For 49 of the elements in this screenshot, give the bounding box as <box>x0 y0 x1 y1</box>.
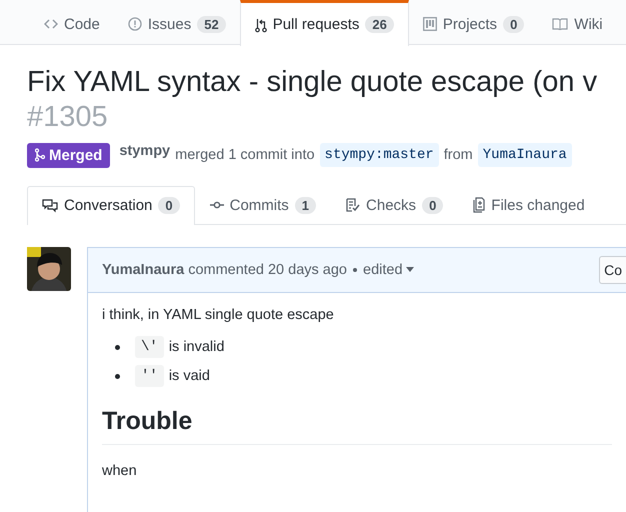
comment-text: when <box>102 462 138 479</box>
branch-label[interactable]: YumaInaura <box>478 143 572 168</box>
count-badge: 0 <box>158 197 180 214</box>
pr-tab[interactable]: Checks 0 <box>331 186 458 224</box>
comment-text: i think, in YAML single quote escape <box>102 306 335 323</box>
caret-icon <box>406 267 414 272</box>
inline-code: \' <box>135 336 164 358</box>
bullet-dot <box>115 344 120 350</box>
commit-icon <box>210 200 224 210</box>
pr-tab[interactable]: Commits 1 <box>194 186 332 224</box>
separator-dot <box>353 268 357 272</box>
status-badge: Merged <box>27 142 110 168</box>
merge-text: from <box>444 147 473 164</box>
repo-tab[interactable]: Issues 52 <box>114 0 240 45</box>
repo-tab[interactable]: Wiki <box>538 0 617 45</box>
code-icon <box>44 18 58 30</box>
chat-icon <box>42 198 58 213</box>
author-link[interactable]: stympy <box>119 142 170 159</box>
file-diff-icon <box>473 197 486 214</box>
list-text: is vaid <box>168 368 210 384</box>
comment-timestamp: commented 20 days ago <box>188 262 347 278</box>
author-link[interactable]: YumaInaura <box>102 262 184 278</box>
checklist-icon <box>346 198 360 212</box>
section-heading: Trouble <box>102 406 612 445</box>
bullet-dot <box>115 374 120 379</box>
count-badge: 0 <box>503 16 524 32</box>
pull-request-number: #1305 <box>27 100 109 135</box>
book-icon <box>552 18 568 30</box>
merge-icon <box>35 148 45 162</box>
pr-tab[interactable]: Conversation 0 <box>27 186 195 225</box>
issue-icon <box>128 17 142 31</box>
list-text: is invalid <box>168 339 224 356</box>
pull-request-icon <box>254 16 267 32</box>
repo-tab[interactable]: Projects 0 <box>408 0 538 45</box>
inline-code: '' <box>135 365 164 388</box>
board-icon <box>422 17 437 31</box>
count-badge: 26 <box>365 16 394 33</box>
repo-tab[interactable]: Pull requests 26 <box>240 0 409 46</box>
branch-label[interactable]: stympy:master <box>320 143 439 168</box>
pr-tab[interactable]: Files changed <box>458 186 600 224</box>
count-badge: 52 <box>197 16 226 32</box>
merge-text: merged 1 commit into <box>175 147 315 164</box>
count-badge: 1 <box>294 196 316 214</box>
avatar <box>27 246 71 291</box>
edited-dropdown[interactable]: edited <box>363 262 414 278</box>
repo-tab[interactable]: Code <box>30 0 114 45</box>
count-badge: 0 <box>422 196 444 214</box>
pull-request-title: Fix YAML syntax - single quote escape (on v <box>27 65 598 100</box>
header-button[interactable]: Co <box>599 256 626 284</box>
